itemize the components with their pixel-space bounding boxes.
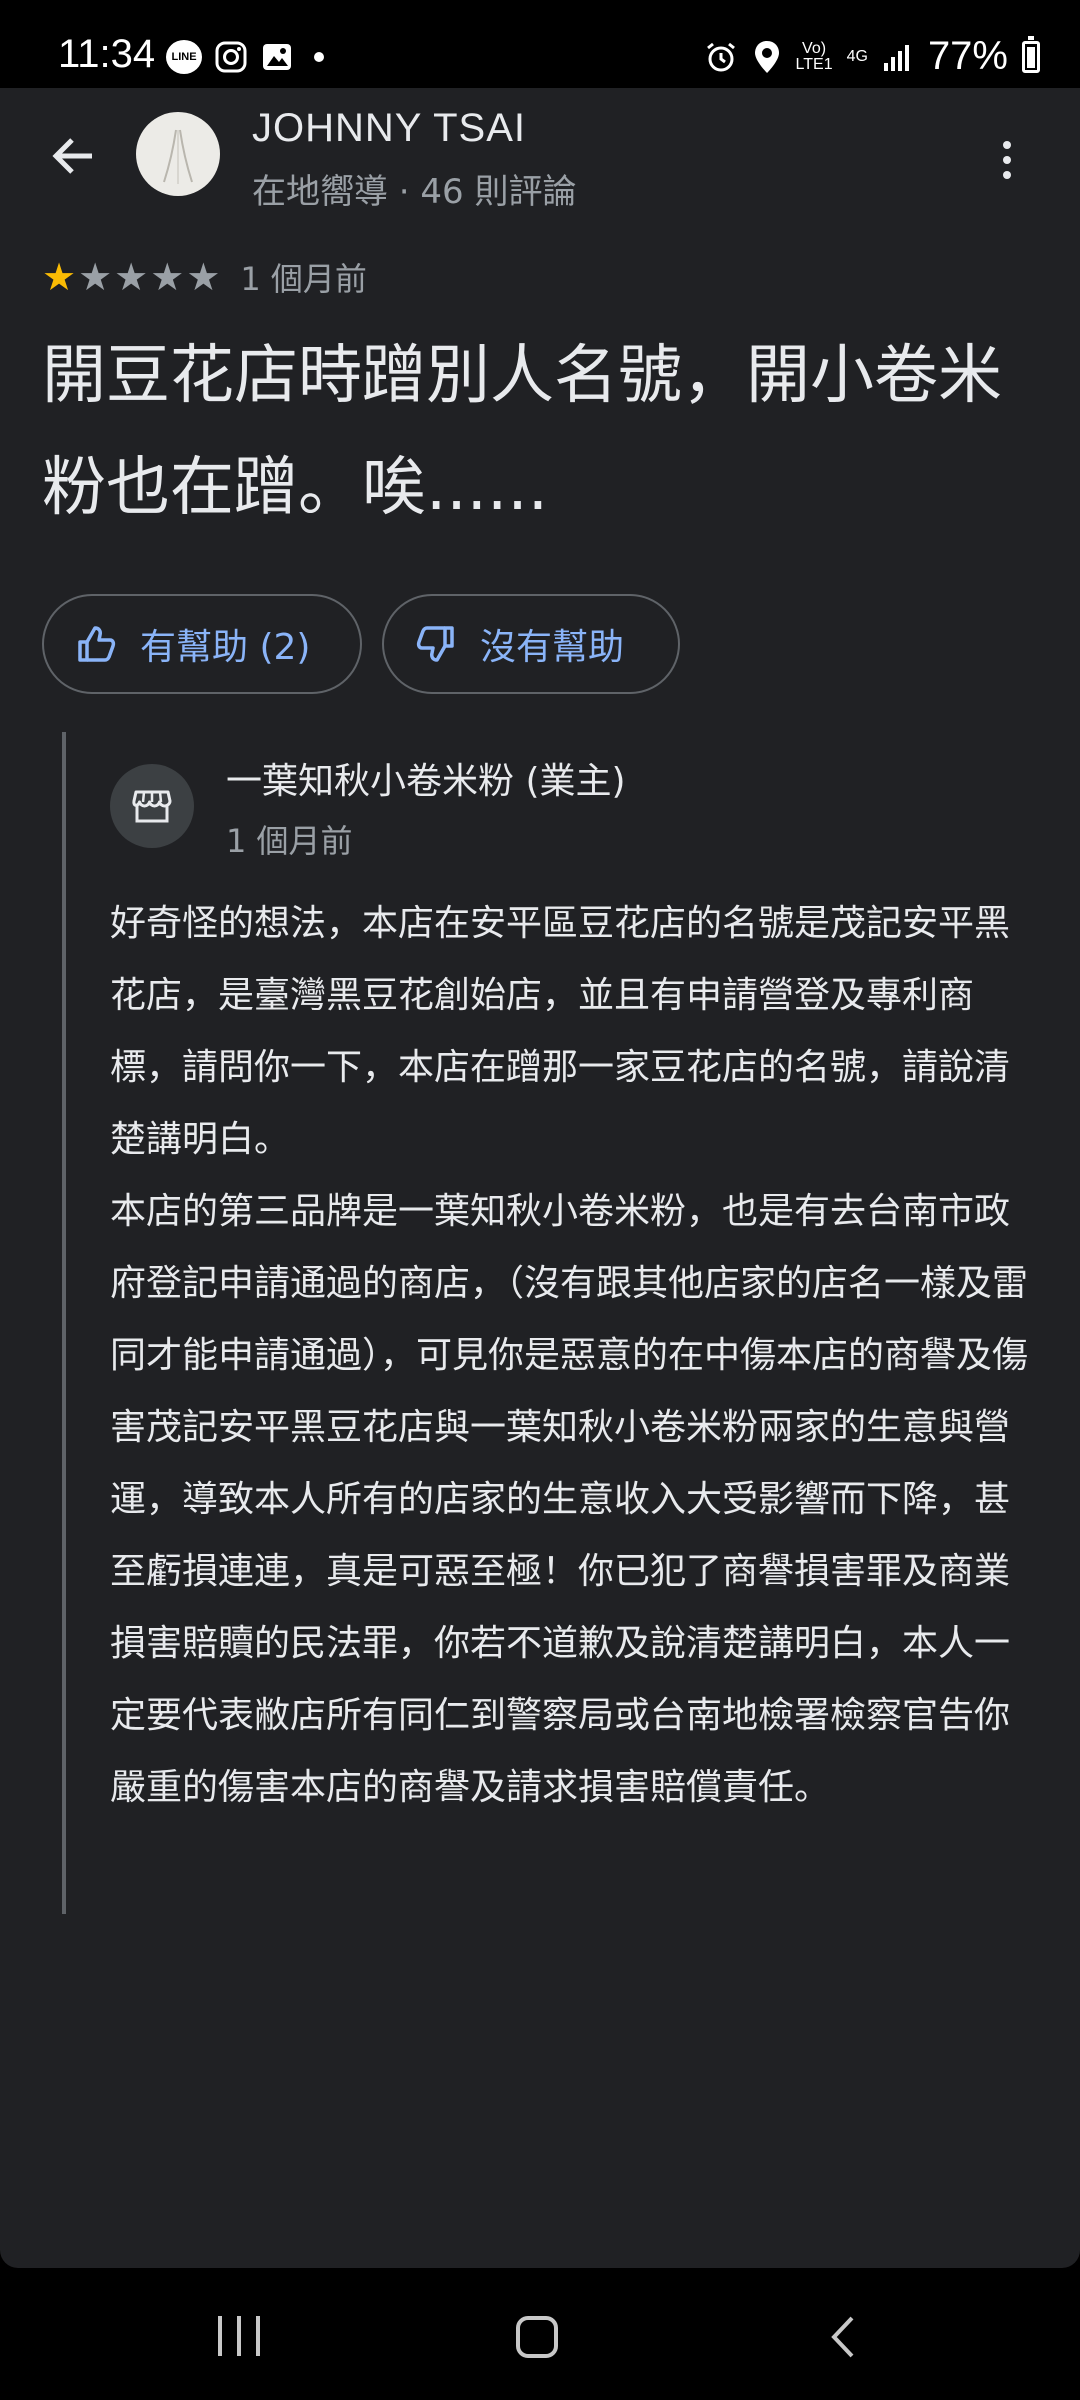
- author-meta: 在地嚮導 · 46 則評論: [252, 172, 577, 212]
- owner-name: 一葉知秋小卷米粉 (業主): [226, 761, 626, 802]
- owner-response-paragraph: 本店的第三品牌是一葉知秋小卷米粉，也是有去台南市政府登記申請通過的商店，（沒有跟…: [110, 1191, 1029, 1808]
- author-name[interactable]: JOHNNY TSAI: [252, 106, 526, 151]
- instagram-icon: [215, 41, 247, 73]
- star-icon: ★: [150, 255, 185, 299]
- star-icon: ★: [114, 255, 149, 299]
- more-vert-icon: [1003, 141, 1011, 149]
- review-text: 開豆花店時蹭別人名號，開小卷米粉也在蹭。唉......: [42, 339, 1002, 525]
- rating-row: ★ ★ ★ ★ ★ 1 個月前: [42, 254, 367, 300]
- recent-apps-button[interactable]: [218, 2316, 260, 2358]
- home-button[interactable]: [516, 2316, 558, 2358]
- system-back-button[interactable]: [828, 2314, 858, 2364]
- location-icon: [754, 40, 779, 73]
- owner-response-date: 1 個月前: [226, 822, 353, 860]
- more-options-button[interactable]: [982, 130, 1032, 190]
- back-button[interactable]: [46, 128, 102, 184]
- chevron-left-icon: [831, 2316, 854, 2358]
- thumb-up-icon: [78, 626, 116, 662]
- alarm-icon: [706, 42, 735, 71]
- not-helpful-button[interactable]: 沒有幫助: [382, 594, 680, 694]
- author-avatar[interactable]: [136, 112, 220, 196]
- status-time: 11:34: [58, 32, 156, 76]
- signal-icon: [883, 44, 909, 71]
- star-icon: ★: [186, 255, 221, 299]
- owner-response-text: 好奇怪的想法，本店在安平區豆花店的名號是茂記安平黑花店，是臺灣黑豆花創始店，並且…: [110, 888, 1030, 1824]
- arrow-back-icon: [52, 138, 92, 174]
- system-navigation-bar: [0, 2272, 1080, 2400]
- line-icon: LINE: [166, 40, 202, 74]
- review-detail-sheet: JOHNNY TSAI 在地嚮導 · 46 則評論 ★ ★ ★ ★ ★ 1 個月…: [0, 88, 1080, 2268]
- star-icon: ★: [78, 255, 113, 299]
- system-icons: Vo) LTE1 4G 77%: [704, 34, 1040, 79]
- dot-icon: [314, 52, 324, 62]
- not-helpful-label: 沒有幫助: [480, 627, 625, 668]
- helpful-label: 有幫助 (2): [140, 627, 311, 668]
- review-date: 1 個月前: [240, 260, 367, 298]
- status-bar: 11:34 LINE Vo) LTE1 4G 77%: [0, 0, 1080, 88]
- gallery-icon: [263, 44, 291, 70]
- store-icon: [132, 790, 172, 823]
- battery-percent: 77%: [927, 34, 1008, 78]
- star-icon: ★: [42, 255, 77, 299]
- store-avatar: [110, 764, 194, 848]
- notification-icons: LINE: [166, 40, 324, 74]
- owner-response-paragraph: 好奇怪的想法，本店在安平區豆花店的名號是茂記安平黑花店，是臺灣黑豆花創始店，並且…: [110, 903, 1011, 1160]
- battery-icon: [1022, 35, 1040, 73]
- network-type: 4G: [846, 47, 868, 65]
- helpful-button[interactable]: 有幫助 (2): [42, 594, 362, 694]
- network-label: Vo) LTE1: [795, 39, 833, 73]
- thumb-down-icon: [416, 626, 454, 662]
- owner-response-divider: [62, 732, 66, 1914]
